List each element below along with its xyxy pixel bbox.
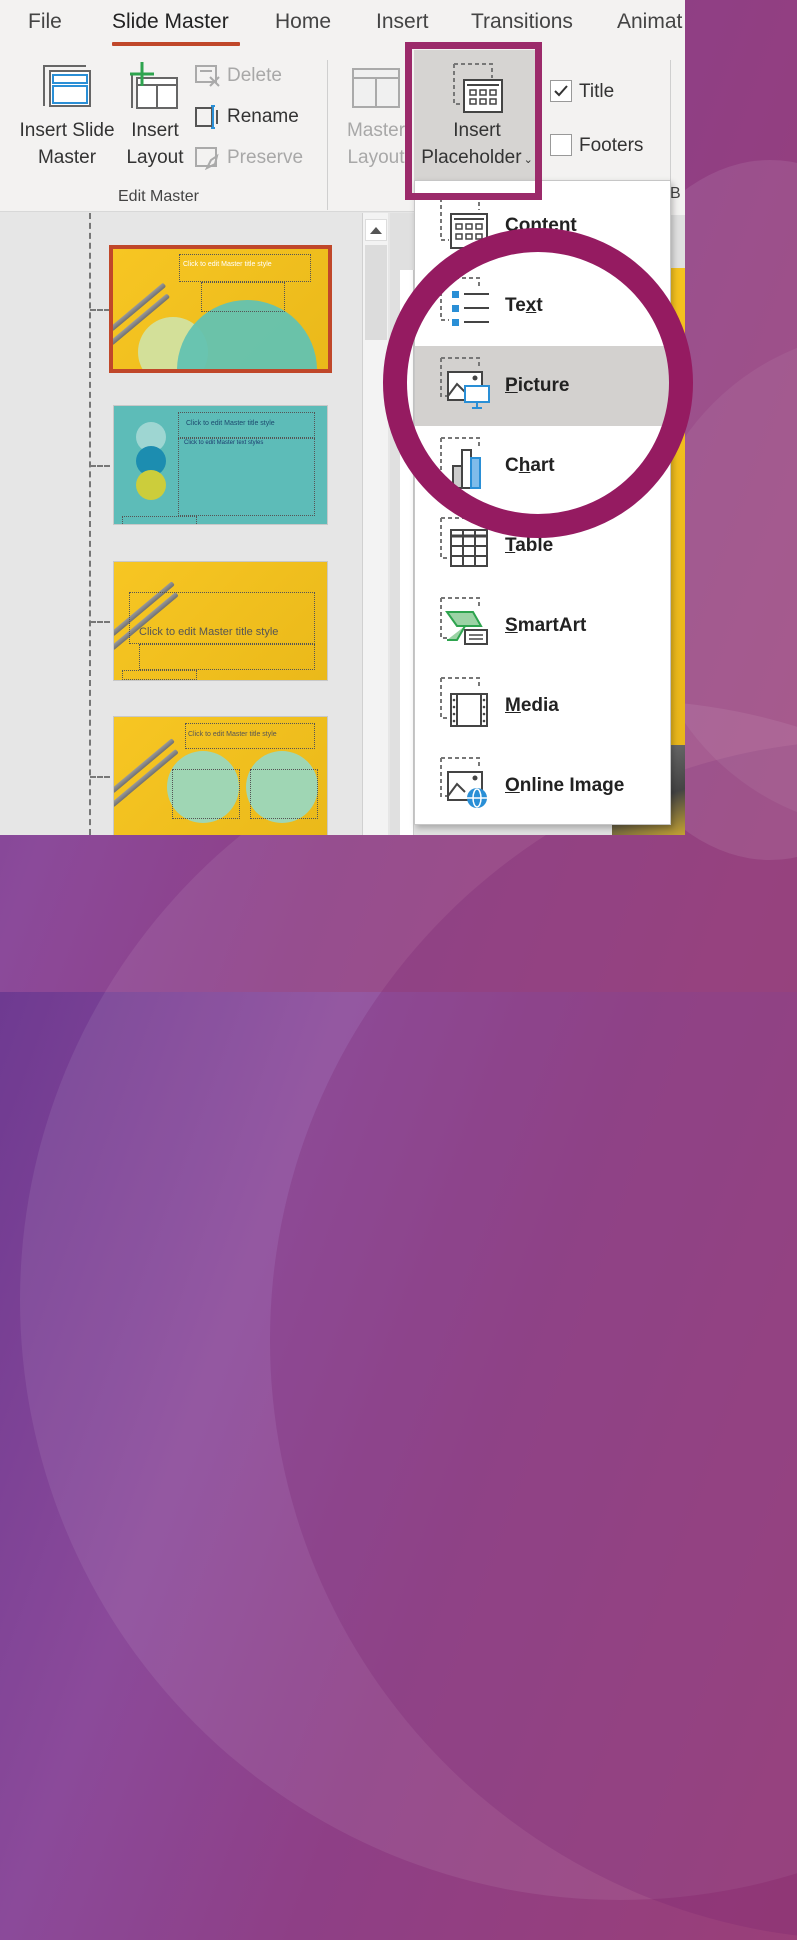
layout-thumbnail[interactable]: Click to edit Master title style — [113, 561, 328, 681]
insert-slide-master-label-1: Insert Slide — [19, 120, 115, 141]
active-tab-indicator — [112, 42, 240, 46]
tab-insert[interactable]: Insert — [376, 10, 429, 34]
insert-placeholder-menu: Content Text Picture Chart Table SmartAr… — [414, 180, 671, 825]
media-placeholder-icon — [440, 677, 488, 727]
thumbnail-title: Click to edit Master title style — [183, 261, 272, 268]
layout-thumbnail[interactable]: Click to edit Master title style Click t… — [113, 405, 328, 525]
footer-placeholder — [122, 516, 197, 524]
triangle-up-icon — [370, 227, 382, 234]
menu-item-online-image[interactable]: Online Image — [415, 746, 670, 826]
delete-button[interactable]: Delete — [195, 64, 282, 88]
menu-item-media[interactable]: Media — [415, 666, 670, 746]
tree-connector — [89, 213, 91, 835]
ribbon-separator — [327, 60, 328, 210]
title-checkbox-label: Title — [579, 81, 615, 102]
tab-animations[interactable]: Animat — [617, 10, 682, 34]
insert-layout-button[interactable]: Insert Layout — [122, 50, 188, 180]
menu-item-table[interactable]: Table — [415, 506, 670, 586]
thumbnail-title: Click to edit Master title style — [186, 420, 275, 427]
insert-slide-master-label-2: Master — [37, 147, 97, 168]
menu-item-picture[interactable]: Picture — [415, 346, 670, 426]
menu-item-label: Text — [505, 295, 543, 316]
circle-graphic — [136, 470, 166, 500]
insert-layout-icon — [130, 62, 178, 109]
menu-item-label: Online Image — [505, 775, 625, 796]
menu-item-label: SmartArt — [505, 615, 587, 636]
checkmark-icon — [554, 85, 568, 97]
tree-connector — [90, 621, 110, 623]
scroll-up-button[interactable] — [365, 219, 387, 241]
text-placeholder-icon — [440, 277, 489, 326]
thumbnail-title: Click to edit Master title style — [188, 731, 277, 738]
master-layout-label-1: Master — [346, 120, 406, 141]
menu-item-label: Content — [505, 215, 577, 236]
subtitle-placeholder — [201, 282, 285, 312]
tree-connector — [90, 776, 110, 778]
footer-placeholder — [122, 670, 197, 680]
powerpoint-window: File Slide Master Home Insert Transition… — [0, 0, 685, 835]
footers-checkbox[interactable] — [550, 134, 572, 156]
insert-slide-master-button[interactable]: Insert Slide Master — [12, 50, 122, 180]
thumbnail-body: Click to edit Master text styles — [184, 440, 264, 446]
insert-layout-label-1: Insert — [131, 120, 179, 141]
chart-placeholder-icon — [440, 437, 481, 489]
menu-item-label: Picture — [505, 375, 570, 396]
insert-placeholder-highlight — [405, 42, 542, 200]
menu-item-chart[interactable]: Chart — [415, 426, 670, 506]
menu-item-label: Table — [505, 535, 554, 556]
content-placeholder — [178, 438, 315, 516]
master-layout-icon — [352, 68, 400, 108]
layout-thumbnail[interactable]: Click to edit Master title style — [109, 245, 332, 373]
tree-connector — [90, 309, 110, 311]
master-layout-button[interactable]: Master Layout — [340, 50, 412, 180]
menu-item-label: Chart — [505, 455, 555, 476]
vertical-ruler — [400, 270, 414, 835]
rename-label: Rename — [227, 106, 299, 127]
subtitle-placeholder — [139, 644, 315, 670]
content-placeholder-icon — [440, 197, 488, 249]
scroll-thumb[interactable] — [365, 245, 387, 340]
cut-off-label: B — [670, 185, 681, 202]
preserve-label: Preserve — [227, 147, 304, 168]
preserve-button[interactable]: Preserve — [195, 146, 303, 170]
content-placeholder — [250, 769, 318, 819]
tab-transitions[interactable]: Transitions — [471, 10, 573, 34]
menu-item-label: Media — [505, 695, 559, 716]
tab-file[interactable]: File — [28, 10, 62, 34]
online-image-placeholder-icon — [440, 757, 487, 808]
table-placeholder-icon — [440, 517, 488, 567]
delete-label: Delete — [227, 65, 282, 86]
insert-slide-master-icon — [43, 65, 91, 107]
menu-item-smartart[interactable]: SmartArt — [415, 586, 670, 666]
thumbnail-title: Click to edit Master title style — [139, 626, 279, 638]
tab-slide-master[interactable]: Slide Master — [112, 10, 229, 34]
delete-icon — [195, 65, 220, 87]
layout-thumbnail[interactable]: Click to edit Master title style — [113, 716, 328, 835]
rename-button[interactable]: Rename — [195, 105, 299, 129]
pencil-graphic — [114, 738, 175, 794]
ribbon-tabs: File Slide Master Home Insert Transition… — [0, 0, 685, 50]
smartart-placeholder-icon — [440, 597, 488, 645]
footers-checkbox-label: Footers — [579, 135, 644, 156]
tab-home[interactable]: Home — [275, 10, 331, 34]
title-placeholder — [179, 254, 311, 282]
picture-placeholder-icon — [440, 357, 490, 409]
cut-off-ribbon-label: B — [670, 185, 685, 215]
edit-master-group-label: Edit Master — [118, 188, 199, 205]
tree-connector — [90, 465, 110, 467]
insert-layout-label-2: Layout — [126, 147, 184, 168]
master-layout-label-2: Layout — [347, 147, 405, 168]
content-placeholder — [172, 769, 240, 819]
slide-thumbnail-pane: Click to edit Master title style Click t… — [0, 213, 362, 835]
menu-item-text[interactable]: Text — [415, 266, 670, 346]
thumbnail-scrollbar[interactable] — [362, 213, 388, 835]
rename-icon — [195, 105, 218, 129]
preserve-icon — [195, 147, 219, 170]
title-checkbox[interactable] — [550, 80, 572, 102]
